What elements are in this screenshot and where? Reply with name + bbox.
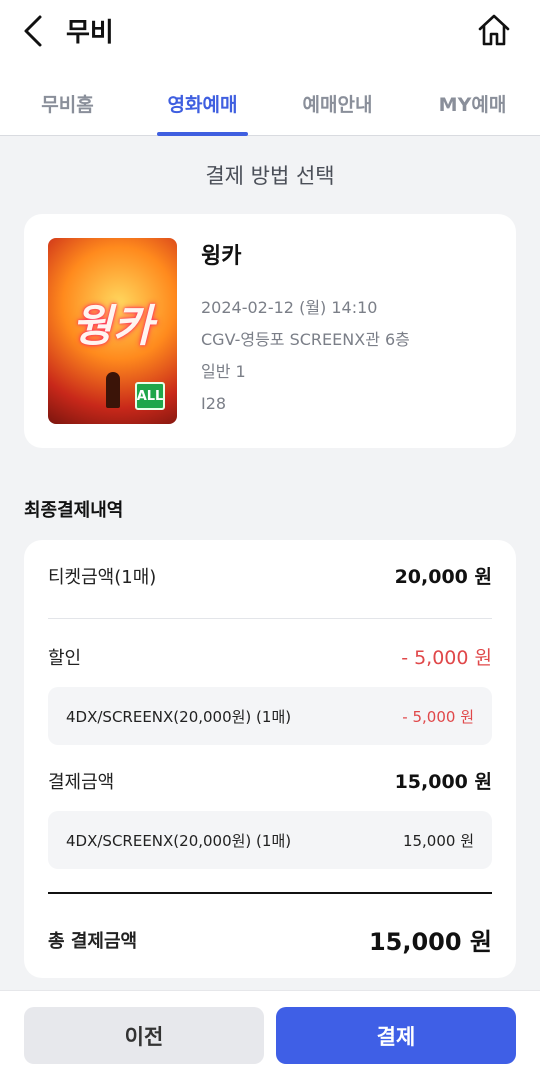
top-bar: 무비: [0, 0, 540, 64]
pay-amount-row: 결제금액 15,000 원: [48, 767, 492, 794]
tab-booking[interactable]: 영화예매: [135, 64, 270, 136]
movie-card: 웡카 ALL 윙카 2024-02-12 (월) 14:10 CGV-영등포 S…: [24, 214, 516, 448]
discount-label: 할인: [48, 647, 82, 669]
prev-button[interactable]: 이전: [24, 1007, 264, 1064]
discount-item-value: - 5,000 원: [402, 707, 474, 726]
divider: [48, 618, 492, 619]
summary-label: 최종결제내역: [24, 500, 124, 521]
total-value: 15,000 원: [368, 928, 492, 956]
ticket-row: 티켓금액(1매) 20,000 원: [48, 562, 492, 589]
bottom-action-bar: 이전 결제: [0, 990, 540, 1071]
movie-datetime: 2024-02-12 (월) 14:10: [201, 298, 378, 317]
tab-label: 예매안내: [302, 94, 373, 116]
pay-amount-label: 결제금액: [48, 771, 115, 793]
rating-badge: ALL: [135, 382, 165, 410]
total-row: 총 결제금액 15,000 원: [48, 922, 492, 957]
movie-title: 윙카: [201, 244, 242, 269]
discount-value: - 5,000 원: [401, 647, 492, 669]
pay-item-label: 4DX/SCREENX(20,000원) (1매): [66, 831, 292, 850]
discount-detail: 4DX/SCREENX(20,000원) (1매) - 5,000 원: [48, 687, 492, 745]
tab-booking-guide[interactable]: 예매안내: [270, 64, 405, 135]
total-divider: [48, 892, 492, 894]
movie-poster: 웡카 ALL: [48, 238, 177, 424]
discount-item-label: 4DX/SCREENX(20,000원) (1매): [66, 707, 292, 726]
payment-summary-card: 티켓금액(1매) 20,000 원 할인 - 5,000 원 4DX/SCREE…: [24, 540, 516, 978]
tab-label: MY예매: [438, 94, 507, 116]
discount-row: 할인 - 5,000 원: [48, 643, 492, 670]
movie-theater: CGV-영등포 SCREENX관 6층: [201, 330, 410, 349]
tab-movie-home[interactable]: 무비홈: [0, 64, 135, 135]
ticket-value: 20,000 원: [394, 566, 492, 588]
movie-seat: I28: [201, 394, 227, 413]
ticket-label: 티켓금액(1매): [48, 566, 157, 588]
pay-amount-detail: 4DX/SCREENX(20,000원) (1매) 15,000 원: [48, 811, 492, 869]
poster-title: 웡카: [72, 301, 153, 352]
pay-amount-value: 15,000 원: [394, 771, 492, 793]
home-icon[interactable]: [476, 12, 512, 48]
chevron-left-icon[interactable]: [18, 14, 48, 48]
section-title: 결제 방법 선택: [205, 164, 335, 188]
active-tab-indicator: [157, 132, 248, 136]
tab-label: 무비홈: [41, 94, 94, 116]
tab-bar: 무비홈 영화예매 예매안내 MY예매: [0, 64, 540, 136]
poster-figure: [106, 372, 120, 408]
movie-info: 윙카 2024-02-12 (월) 14:10 CGV-영등포 SCREENX관…: [201, 238, 410, 420]
total-label: 총 결제금액: [48, 930, 138, 952]
tab-my-booking[interactable]: MY예매: [405, 64, 540, 135]
pay-button[interactable]: 결제: [276, 1007, 516, 1064]
app-title: 무비: [66, 18, 114, 48]
pay-item-value: 15,000 원: [402, 831, 474, 850]
movie-audience: 일반 1: [201, 362, 246, 381]
tab-label: 영화예매: [167, 94, 238, 116]
